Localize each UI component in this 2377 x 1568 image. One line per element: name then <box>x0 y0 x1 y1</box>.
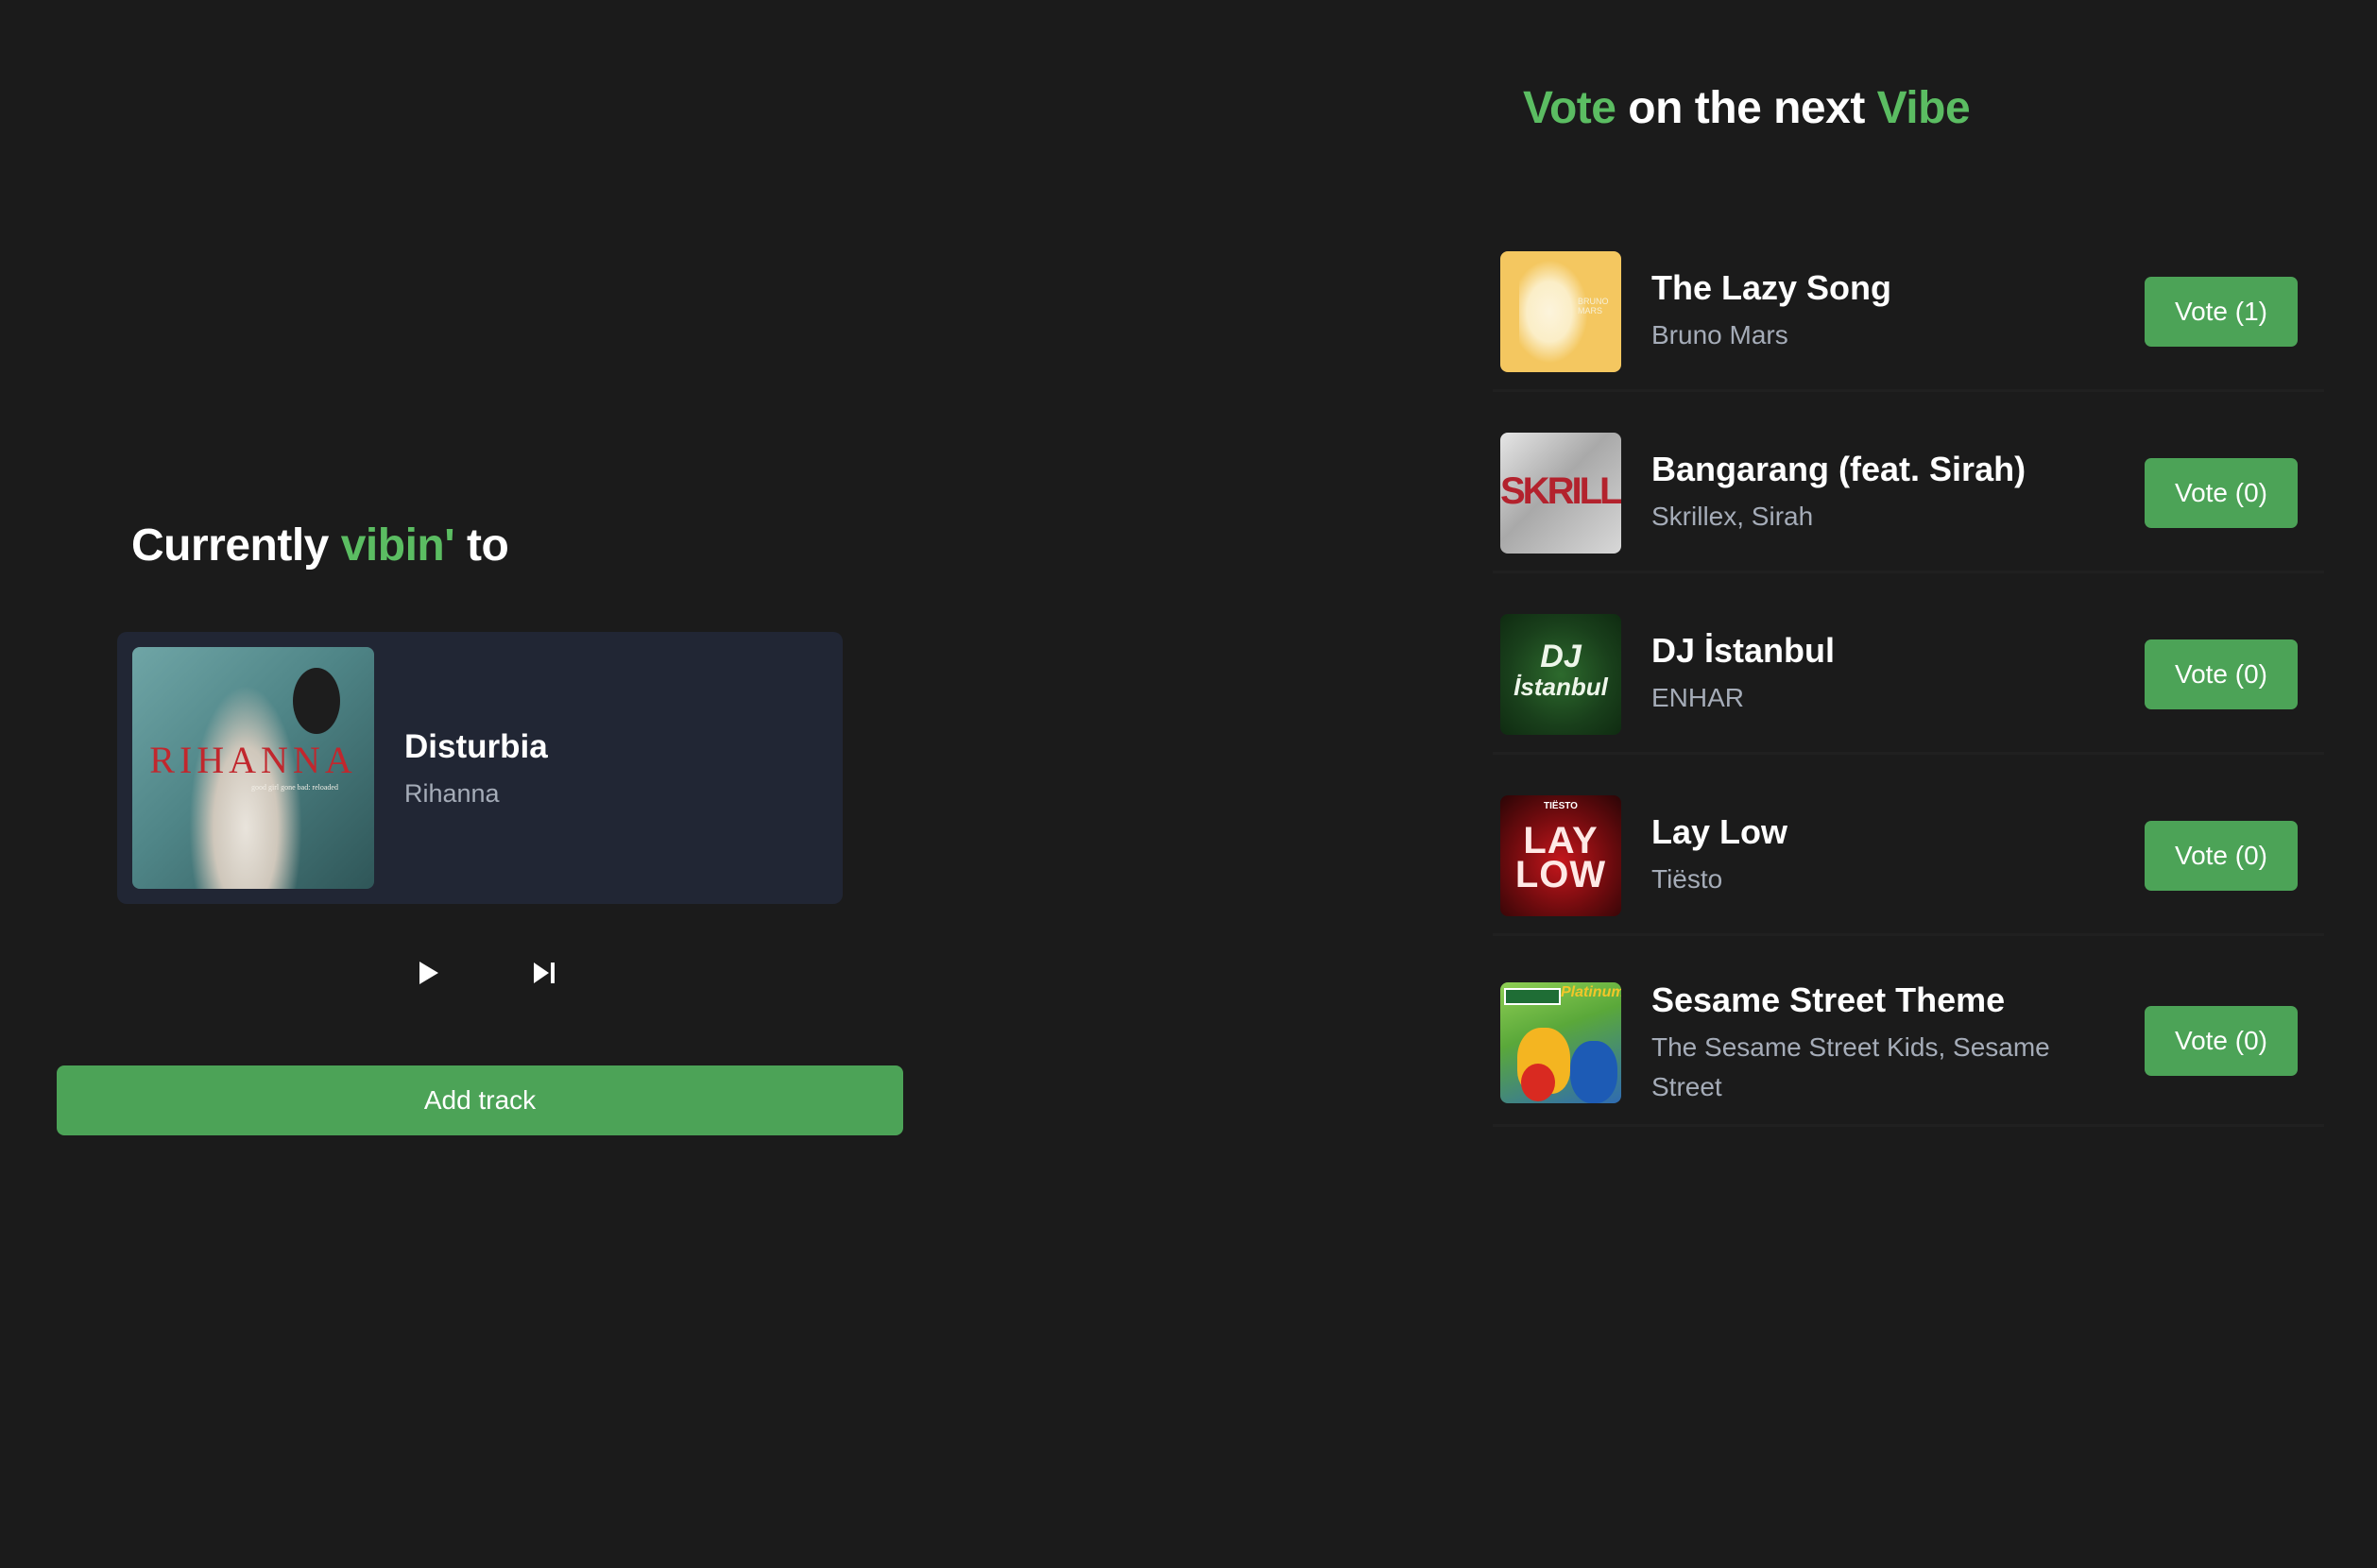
track-cover: BRUNO MARS <box>1500 251 1621 372</box>
heading-accent: vibin' <box>340 520 455 571</box>
heading-text: on the next <box>1616 83 1877 133</box>
cover-sign <box>1504 988 1561 1005</box>
vote-list-item: Platinum Sesame Street Theme The Sesame … <box>1493 975 2324 1127</box>
vote-heading: Vote on the next Vibe <box>1523 82 1971 134</box>
vote-button[interactable]: Vote (0) <box>2144 821 2298 891</box>
track-artist: Skrillex, Sirah <box>1651 502 1814 531</box>
cover-brand-text: RIHANNA <box>149 739 357 781</box>
skip-next-button[interactable] <box>525 954 563 992</box>
track-title: The Lazy Song <box>1651 268 1892 307</box>
cover-text: DJ <box>1540 639 1582 674</box>
vote-button[interactable]: Vote (0) <box>2144 458 2298 528</box>
track-title: DJ İstanbul <box>1651 631 1836 670</box>
play-icon <box>419 962 438 984</box>
cover-character <box>1570 1041 1617 1103</box>
now-playing-title: Disturbia <box>404 728 548 765</box>
cover-text: LAY LOW <box>1514 820 1607 895</box>
track-cover: DJ İstanbul <box>1500 614 1621 735</box>
vote-list-item: TIËSTO LAY LOW Lay Low Tiësto Vote (0) <box>1493 788 2324 936</box>
now-playing-heading: Currently vibin' to <box>131 520 509 571</box>
cover-text: İstanbul <box>1513 673 1608 701</box>
vote-list-item: DJ İstanbul DJ İstanbul ENHAR Vote (0) <box>1493 606 2324 755</box>
heading-accent: Vote <box>1523 83 1616 133</box>
album-cover: RIHANNA good girl gone bad: reloaded <box>132 647 374 889</box>
cover-character <box>1521 1064 1555 1101</box>
heading-text: Currently <box>131 520 341 571</box>
app-root: Currently vibin' to RIHANNA good girl go… <box>0 0 2377 1568</box>
cover-head <box>293 668 340 734</box>
track-artist: The Sesame Street Kids, Sesame Street <box>1651 1032 2050 1101</box>
vote-list-item: BRUNO MARS The Lazy Song Bruno Mars Vote… <box>1493 244 2324 392</box>
cover-logo: SKRILLEX <box>1500 470 1621 512</box>
cover-text: TIËSTO <box>1544 801 1578 811</box>
playback-controls <box>397 954 567 992</box>
now-playing-card: RIHANNA good girl gone bad: reloaded Dis… <box>117 632 843 904</box>
track-title: Bangarang (feat. Sirah) <box>1651 450 2026 488</box>
track-cover: SKRILLEX <box>1500 433 1621 554</box>
cover-text: Platinum <box>1561 984 1621 1000</box>
vote-list-item: SKRILLEX Bangarang (feat. Sirah) Skrille… <box>1493 425 2324 573</box>
track-artist: Bruno Mars <box>1651 320 1788 349</box>
track-cover: TIËSTO LAY LOW <box>1500 795 1621 916</box>
cover-sub-text: good girl gone bad: reloaded <box>251 783 338 792</box>
play-button[interactable] <box>408 954 446 992</box>
track-artist: Tiësto <box>1651 864 1723 894</box>
vote-button[interactable]: Vote (0) <box>2144 639 2298 709</box>
add-track-button[interactable]: Add track <box>57 1065 903 1135</box>
heading-accent: Vibe <box>1876 83 1971 133</box>
vote-button[interactable]: Vote (0) <box>2144 1006 2298 1076</box>
skip-next-icon <box>534 963 555 983</box>
track-title: Sesame Street Theme <box>1651 980 2006 1019</box>
heading-text: to <box>454 520 509 571</box>
track-cover: Platinum <box>1500 982 1621 1103</box>
vote-button[interactable]: Vote (1) <box>2144 277 2298 347</box>
cover-label: BRUNO MARS <box>1578 297 1609 315</box>
now-playing-artist: Rihanna <box>404 779 500 808</box>
track-artist: ENHAR <box>1651 683 1745 712</box>
track-title: Lay Low <box>1651 812 1788 851</box>
